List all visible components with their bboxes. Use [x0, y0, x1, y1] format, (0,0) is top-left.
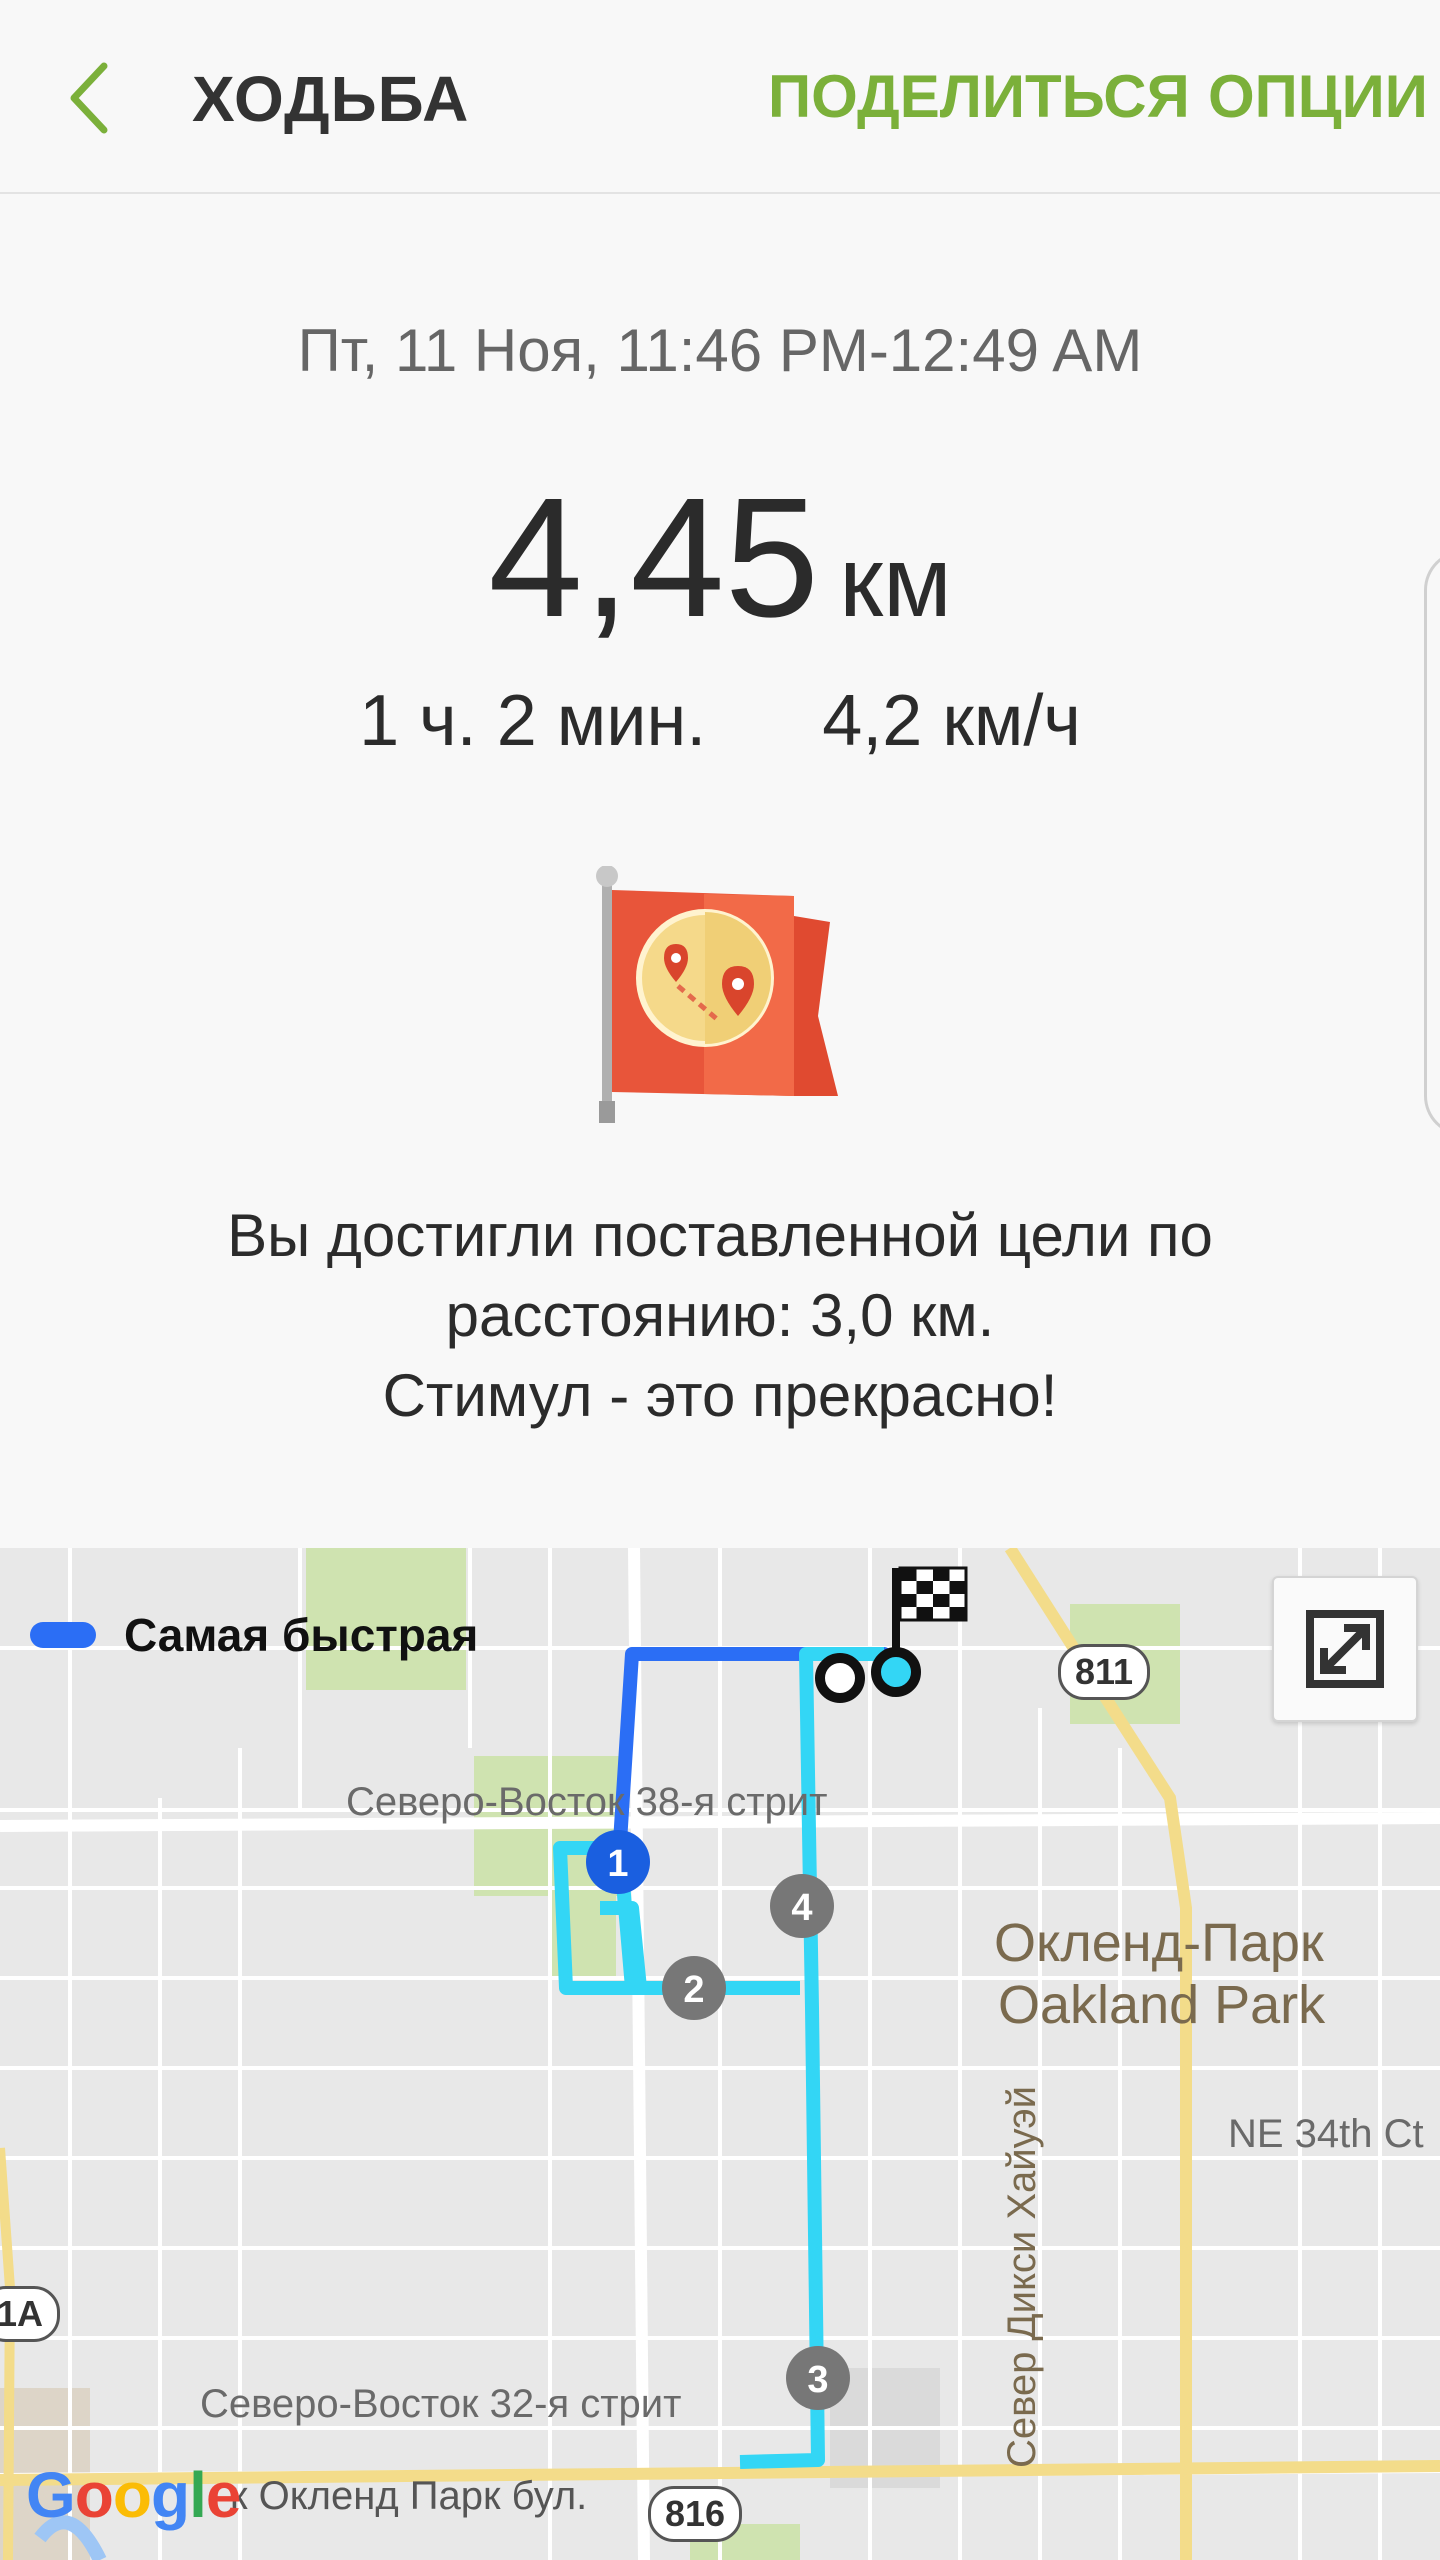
waypoint-marker-2: 2 [683, 1969, 704, 2011]
place-label-ru: Окленд-Парк [994, 1913, 1324, 1973]
side-panel-edge[interactable] [1424, 550, 1440, 1136]
finish-flag-icon [898, 1566, 968, 1622]
workout-date: Пт, 11 Ноя, 11:46 PM-12:49 AM [297, 317, 1143, 384]
goal-line-3: Стимул - это прекрасно! [382, 1362, 1058, 1429]
road-badge-1a: 1A [0, 2286, 61, 2342]
expand-map-button[interactable] [1272, 1576, 1418, 1722]
goal-line-2: расстоянию: 3,0 км. [445, 1282, 995, 1349]
route-map[interactable]: 1 2 3 4 Самая быстрая 811 816 1A Северо-… [0, 1548, 1440, 2560]
options-button[interactable]: ОПЦИИ [1208, 62, 1428, 131]
goal-line-1: Вы достигли поставленной цели по [227, 1202, 1213, 1269]
street-label-ne34: NE 34th Ct [1228, 2112, 1424, 2156]
legend-swatch [30, 1622, 96, 1648]
app-header: ХОДЬБА ПОДЕЛИТЬСЯ ОПЦИИ [0, 0, 1440, 194]
place-label-en: Oakland Park [998, 1975, 1326, 2035]
legend-label: Самая быстрая [124, 1609, 479, 1661]
goal-message: Вы достигли поставленной цели по расстоя… [120, 1196, 1320, 1436]
duration-value: 1 ч. 2 мин. [359, 681, 707, 761]
back-arrow-icon[interactable] [60, 58, 120, 138]
distance-value: 4,45 [488, 463, 820, 653]
page-title: ХОДЬБА [192, 63, 470, 135]
distance-display: 4,45 км [0, 460, 1440, 656]
expand-icon [1306, 1610, 1384, 1688]
goal-flag-icon [596, 866, 838, 1123]
speed-value: 4,2 км/ч [822, 681, 1081, 761]
distance-unit: км [839, 526, 952, 638]
road-badge-816: 816 [648, 2486, 743, 2542]
map-legend: Самая быстрая [30, 1608, 478, 1662]
street-label-ne38: Северо-Восток 38-я стрит [346, 1780, 828, 1824]
workout-stats: 1 ч. 2 мин. 4,2 км/ч [0, 680, 1440, 762]
share-button[interactable]: ПОДЕЛИТЬСЯ [768, 62, 1190, 131]
road-badge-811: 811 [1058, 1644, 1151, 1700]
waypoint-marker-3: 3 [807, 2359, 828, 2401]
street-label-dixie: Север Дикси Хайуэй [1000, 2086, 1044, 2468]
google-logo: Google [26, 2459, 241, 2531]
street-label-ne32: Северо-Восток 32-я стрит [200, 2382, 682, 2426]
waypoint-marker-4: 4 [791, 1887, 812, 1929]
waypoint-marker-1: 1 [607, 1843, 628, 1885]
street-label-oakland-blvd: к Окленд Парк бул. [230, 2474, 588, 2518]
